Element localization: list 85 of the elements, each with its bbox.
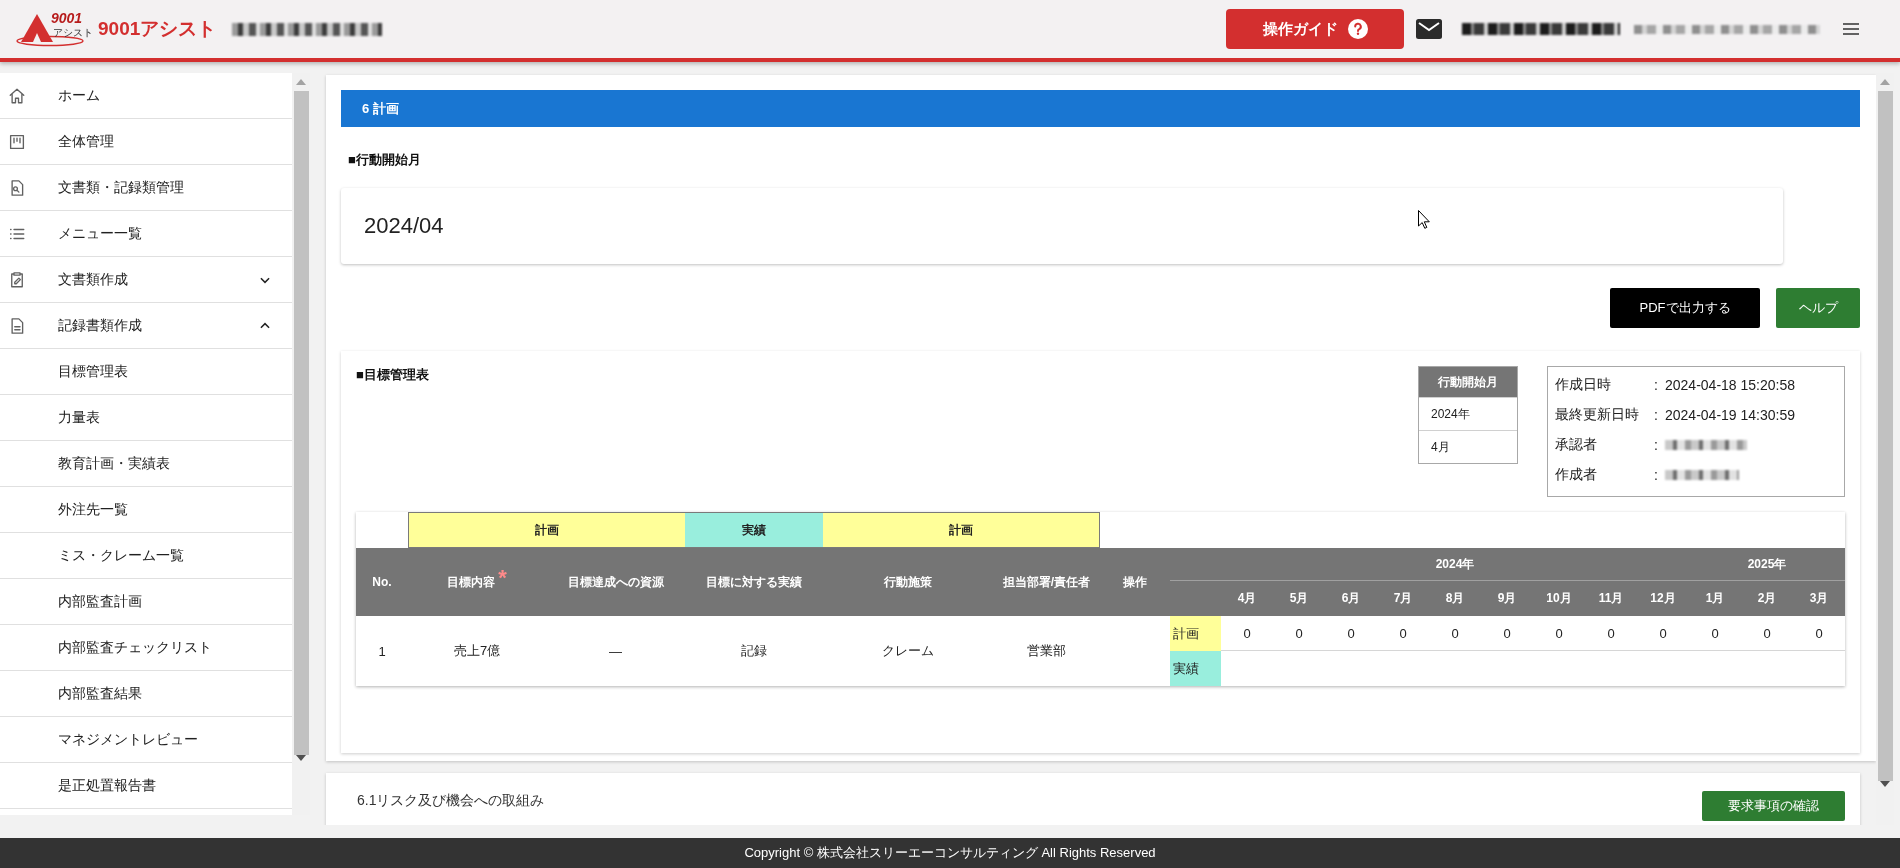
table-cell: 0: [1659, 626, 1667, 641]
table-cell: 0: [1711, 626, 1719, 641]
month-header: 1月: [1705, 590, 1725, 607]
info-separator: :: [1654, 377, 1659, 393]
row-type-label: 実績: [1170, 651, 1221, 686]
requirements-button[interactable]: 要求事項の確認: [1702, 791, 1845, 821]
column-group-header: 実績: [685, 512, 823, 548]
table-cell: 0: [1451, 626, 1459, 641]
date-display: 2024/04: [341, 188, 1783, 264]
mail-icon[interactable]: [1416, 19, 1442, 39]
info-label: 作成日時: [1555, 376, 1612, 394]
mouse-pointer-icon: [1418, 210, 1430, 229]
column-header: 操作: [1123, 573, 1147, 591]
help-circle-icon: [1347, 19, 1368, 39]
month-header: 7月: [1393, 590, 1413, 607]
info-value: 2024-04-18 15:20:58: [1665, 377, 1795, 393]
table-cell: 記録: [741, 642, 767, 660]
scroll-up-icon[interactable]: [296, 79, 306, 85]
column-header: 行動施策: [884, 573, 932, 591]
year-header: 2025年: [1747, 556, 1787, 573]
table-cell: 営業部: [1027, 642, 1066, 660]
column-header: No.: [372, 575, 392, 589]
month-header: 9月: [1497, 590, 1517, 607]
scroll-up-icon[interactable]: [1880, 79, 1890, 85]
document-icon: [8, 316, 26, 335]
table-cell: 0: [1295, 626, 1303, 641]
table-cell: 0: [1399, 626, 1407, 641]
table-cell: 売上7億: [453, 642, 501, 660]
month-header: 11月: [1598, 590, 1624, 607]
table-cell: クレーム: [882, 642, 934, 660]
month-header: 6月: [1341, 590, 1361, 607]
info-separator: :: [1654, 407, 1659, 423]
menu-icon[interactable]: [1843, 23, 1859, 35]
guide-button[interactable]: 操作ガイド: [1226, 9, 1404, 49]
table-cell: 4月: [1419, 430, 1517, 463]
table-cell: 0: [1763, 626, 1771, 641]
year-header: 2024年: [1435, 556, 1475, 573]
logo-text: 9001: [51, 11, 83, 26]
table-header-cell: 行動開始月: [1419, 367, 1517, 397]
info-label: 作成者: [1555, 466, 1598, 484]
copyright-text: Copyright © 株式会社スリーエーコンサルティング All Rights Reserved: [744, 844, 1156, 862]
month-header: 10月: [1546, 590, 1572, 607]
column-header: 目標内容: [447, 573, 496, 591]
board-icon: [8, 132, 26, 151]
table-cell: 2024年: [1419, 397, 1517, 430]
info-separator: :: [1654, 437, 1659, 453]
column-group-header: 計画: [408, 512, 685, 548]
table-cell: 0: [1555, 626, 1563, 641]
info-label: 最終更新日時: [1555, 406, 1640, 424]
app-title: 9001アシスト: [98, 17, 217, 41]
table-cell: 0: [1243, 626, 1251, 641]
column-header: 目標に対する実績: [706, 573, 802, 591]
scrollbar-thumb[interactable]: [293, 91, 309, 755]
document-search-icon: [8, 178, 26, 197]
info-separator: :: [1654, 467, 1659, 483]
info-label: 承認者: [1555, 436, 1598, 454]
table-cell: 1: [378, 643, 386, 659]
month-header: 5月: [1289, 590, 1309, 607]
section-title: 6.1リスク及び機会への取組み: [357, 791, 545, 809]
table-cell: —: [609, 643, 622, 659]
home-icon: [8, 86, 26, 105]
section-heading: ■目標管理表: [356, 366, 430, 384]
section-header: 6 計画: [341, 90, 1860, 127]
month-header: 8月: [1445, 590, 1465, 607]
row-type-label: 計画: [1170, 616, 1221, 651]
table-cell: 0: [1347, 626, 1355, 641]
info-value: 2024-04-19 14:30:59: [1665, 407, 1795, 423]
export-button[interactable]: PDFで出力する: [1610, 288, 1760, 328]
section-heading: ■行動開始月: [348, 151, 422, 169]
required-mark: *: [498, 570, 507, 586]
logo-text: アシスト: [53, 27, 93, 38]
help-button[interactable]: ヘルプ: [1776, 288, 1860, 328]
table-cell: 0: [1815, 626, 1823, 641]
month-header: 2月: [1757, 590, 1777, 607]
table-cell: 0: [1503, 626, 1511, 641]
month-header: 12月: [1650, 590, 1676, 607]
table-cell: 0: [1607, 626, 1615, 641]
column-header: 担当部署/責任者: [1002, 573, 1091, 591]
column-header: 目標達成への資源: [567, 573, 664, 591]
scrollbar-thumb[interactable]: [1877, 91, 1893, 781]
column-group-header: 計画: [823, 512, 1100, 548]
app-logo[interactable]: 9001 アシスト: [14, 11, 96, 47]
month-header: 4月: [1237, 590, 1257, 607]
month-header: 3月: [1809, 590, 1829, 607]
clipboard-edit-icon: [8, 270, 26, 289]
